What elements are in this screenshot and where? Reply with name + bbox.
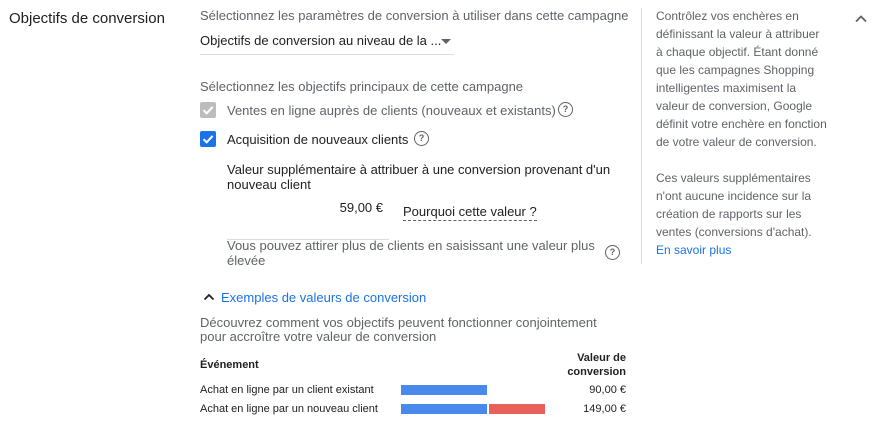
sidebar-para-2: Ces valeurs supplémentaires n'ont aucune … <box>656 169 836 241</box>
extra-value-input[interactable]: 59,00 € <box>227 200 389 240</box>
sidebar-line: à chaque objectif. Étant donné <box>656 45 819 59</box>
examples-toggle-label: Exemples de valeurs de conversion <box>221 290 427 305</box>
sidebar-para-1: Contrôlez vos enchères en définissant la … <box>656 7 836 151</box>
sidebar-line: création de rapports sur les <box>656 207 802 221</box>
conversion-params-label: Sélectionnez les paramètres de conversio… <box>200 8 629 23</box>
sidebar-line: que les campagnes Shopping <box>656 63 815 77</box>
section-title: Objectifs de conversion <box>9 10 165 27</box>
extra-value-text: 59,00 € <box>339 200 383 215</box>
hint-text: Vous pouvez attirer plus de clients en s… <box>227 238 595 268</box>
help-circle-icon[interactable]: ? <box>605 245 620 260</box>
sidebar-line: définit votre enchère en fonction <box>656 117 827 131</box>
goal-online-sales-checkbox[interactable] <box>200 102 216 118</box>
sidebar-help: Contrôlez vos enchères en définissant la … <box>656 7 836 259</box>
goal-new-customers-checkbox[interactable] <box>200 131 216 147</box>
sidebar-line: n'ont aucune incidence sur la <box>656 189 812 203</box>
why-value-link[interactable]: Pourquoi cette valeur ? <box>403 204 537 221</box>
col-event-header: Événement <box>200 359 259 371</box>
sidebar-line: ventes (conversions d'achat). <box>656 225 812 239</box>
dropdown-value: Objectifs de conversion au niveau de la … <box>200 33 442 48</box>
sidebar-line: Contrôlez vos enchères en <box>656 9 799 23</box>
chevron-up-icon <box>203 293 215 301</box>
bar-base-value <box>401 404 487 414</box>
examples-description: Découvrez comment vos objectifs peuvent … <box>200 315 597 344</box>
sidebar-line: définissant la valeur à attribuer <box>656 27 820 41</box>
col-value-header: Valeur de conversion <box>567 352 626 378</box>
goal-new-customers-label: Acquisition de nouveaux clients <box>227 132 409 147</box>
bar-extra-value <box>489 404 545 414</box>
learn-more-link[interactable]: En savoir plus <box>656 241 836 259</box>
goal-online-sales-label: Ventes en ligne auprès de clients (nouve… <box>227 103 556 118</box>
primary-goals-label: Sélectionnez les objectifs principaux de… <box>200 79 524 94</box>
conversion-goals-dropdown[interactable]: Objectifs de conversion au niveau de la … <box>200 30 454 55</box>
example-row-label: Achat en ligne par un client existant <box>200 384 374 396</box>
divider <box>641 8 642 264</box>
extra-value-label: Valeur supplémentaire à attribuer à une … <box>227 162 611 192</box>
caret-down-icon <box>441 39 451 44</box>
help-circle-icon[interactable]: ? <box>558 102 573 117</box>
example-row-value: 90,00 € <box>589 384 626 396</box>
sidebar-line: Ces valeurs supplémentaires <box>656 171 811 185</box>
example-row-label: Achat en ligne par un nouveau client <box>200 403 378 415</box>
example-row-value: 149,00 € <box>583 403 626 415</box>
chevron-up-icon[interactable] <box>854 12 868 24</box>
sidebar-line: valeur de conversion, Google <box>656 99 813 113</box>
sidebar-line: intelligentes maximisent la <box>656 81 797 95</box>
bar-base-value <box>401 385 487 395</box>
sidebar-line: de votre valeur de conversion. <box>656 135 817 149</box>
help-circle-icon[interactable]: ? <box>414 131 429 146</box>
